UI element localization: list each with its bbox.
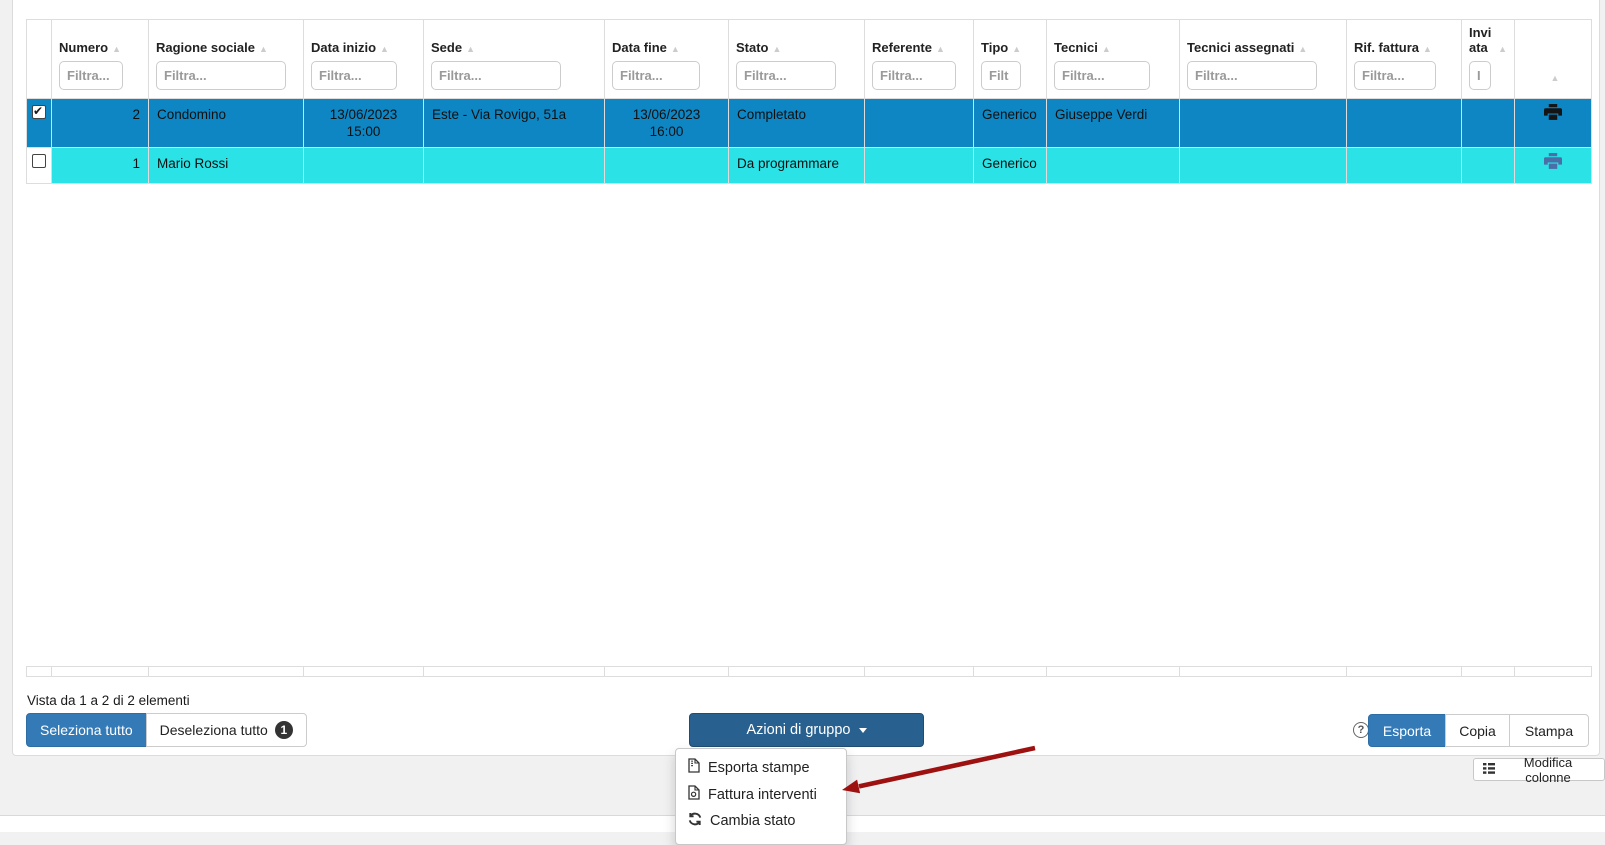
table-row[interactable]: 2 Condomino 13/06/2023 15:00 Este - Via … xyxy=(27,99,1592,148)
column-header-data-inizio[interactable]: Data inizio▲ xyxy=(304,20,424,99)
sort-icon: ▲ xyxy=(1551,72,1560,85)
cell-stato: Completato xyxy=(729,99,865,148)
cell-rif-fattura xyxy=(1347,148,1462,184)
select-all-button[interactable]: Seleziona tutto xyxy=(26,713,147,747)
filter-input-rif-fattura[interactable] xyxy=(1354,61,1436,90)
sort-icon[interactable]: ▲ xyxy=(936,43,945,56)
cell-tipo: Generico xyxy=(974,99,1047,148)
sort-icon[interactable]: ▲ xyxy=(112,43,121,56)
print-icon[interactable] xyxy=(1544,109,1562,124)
column-header-tipo[interactable]: Tipo▲ xyxy=(974,20,1047,99)
cell-sede xyxy=(424,148,605,184)
filter-input-data-fine[interactable] xyxy=(612,61,700,90)
filter-input-referente[interactable] xyxy=(872,61,956,90)
filter-input-tecnici-assegnati[interactable] xyxy=(1187,61,1317,90)
cell-tecnici-assegnati xyxy=(1180,99,1347,148)
column-header-stato[interactable]: Stato▲ xyxy=(729,20,865,99)
header-row: Numero▲ Ragione sociale▲ Data inizio▲ Se… xyxy=(27,20,1592,99)
help-icon[interactable]: ? xyxy=(1353,722,1369,738)
cell-data-inizio: 13/06/2023 15:00 xyxy=(304,99,424,148)
cell-tipo: Generico xyxy=(974,148,1047,184)
filter-input-numero[interactable] xyxy=(59,61,123,90)
column-header-sede[interactable]: Sede▲ xyxy=(424,20,605,99)
column-header-tecnici[interactable]: Tecnici▲ xyxy=(1047,20,1180,99)
cell-referente xyxy=(865,148,974,184)
cell-ragione-sociale: Mario Rossi xyxy=(149,148,304,184)
cell-inviata xyxy=(1462,99,1515,148)
cell-stato: Da programmare xyxy=(729,148,865,184)
menu-item-esporta-stampe[interactable]: Esporta stampe xyxy=(676,754,846,781)
table-row[interactable]: 1 Mario Rossi Da programmare Generico xyxy=(27,148,1592,184)
cell-data-inizio xyxy=(304,148,424,184)
group-actions-menu: Esporta stampe Fattura interventi Cambia… xyxy=(675,748,847,845)
cell-data-fine xyxy=(605,148,729,184)
row-checkbox[interactable] xyxy=(32,154,46,168)
table-footer-strip xyxy=(26,666,1592,677)
filter-input-data-inizio[interactable] xyxy=(311,61,397,90)
cell-inviata xyxy=(1462,148,1515,184)
column-header-referente[interactable]: Referente▲ xyxy=(865,20,974,99)
column-header-numero[interactable]: Numero▲ xyxy=(52,20,149,99)
cell-ragione-sociale: Condomino xyxy=(149,99,304,148)
sort-icon[interactable]: ▲ xyxy=(1498,43,1507,56)
column-header-tecnici-assegnati[interactable]: Tecnici assegnati▲ xyxy=(1180,20,1347,99)
cell-sede: Este - Via Rovigo, 51a xyxy=(424,99,605,148)
content-card: Numero▲ Ragione sociale▲ Data inizio▲ Se… xyxy=(12,0,1600,756)
file-invoice-icon xyxy=(688,785,700,804)
deselect-all-button[interactable]: Deseleziona tutto 1 xyxy=(146,713,307,747)
refresh-icon xyxy=(688,812,702,830)
print-icon[interactable] xyxy=(1544,158,1562,173)
edit-columns-button[interactable]: Modifica colonne xyxy=(1473,758,1605,781)
filter-input-sede[interactable] xyxy=(431,61,561,90)
cell-referente xyxy=(865,99,974,148)
cell-tecnici: Giuseppe Verdi xyxy=(1047,99,1180,148)
menu-item-cambia-stato[interactable]: Cambia stato xyxy=(676,808,846,834)
column-header-inviata[interactable]: Inviata▲ xyxy=(1462,20,1515,99)
cell-tecnici xyxy=(1047,148,1180,184)
interventions-table: Numero▲ Ragione sociale▲ Data inizio▲ Se… xyxy=(26,19,1592,184)
cell-rif-fattura xyxy=(1347,99,1462,148)
filter-input-ragione-sociale[interactable] xyxy=(156,61,286,90)
filter-input-inviata[interactable] xyxy=(1469,61,1491,90)
filter-input-tipo[interactable] xyxy=(981,61,1021,90)
column-header-rif-fattura[interactable]: Rif. fattura▲ xyxy=(1347,20,1462,99)
sort-icon[interactable]: ▲ xyxy=(1102,43,1111,56)
copy-button[interactable]: Copia xyxy=(1445,714,1510,747)
group-actions-button[interactable]: Azioni di gruppo xyxy=(689,713,924,747)
chevron-down-icon xyxy=(859,728,867,733)
sort-icon[interactable]: ▲ xyxy=(466,43,475,56)
filter-input-stato[interactable] xyxy=(736,61,836,90)
cell-numero: 2 xyxy=(52,99,149,148)
list-columns-icon xyxy=(1483,762,1495,777)
cell-numero: 1 xyxy=(52,148,149,184)
select-column-header xyxy=(27,20,52,99)
sort-icon[interactable]: ▲ xyxy=(1012,43,1021,56)
sort-icon[interactable]: ▲ xyxy=(1423,43,1432,56)
print-button[interactable]: Stampa xyxy=(1509,714,1589,747)
export-button[interactable]: Esporta xyxy=(1368,714,1446,747)
file-zip-icon xyxy=(688,758,700,777)
row-checkbox[interactable] xyxy=(32,105,46,119)
selection-count-badge: 1 xyxy=(275,721,293,739)
actions-column-header: ▲ xyxy=(1515,20,1592,99)
cell-tecnici-assegnati xyxy=(1180,148,1347,184)
pagination-info: Vista da 1 a 2 di 2 elementi xyxy=(27,693,190,708)
column-header-ragione-sociale[interactable]: Ragione sociale▲ xyxy=(149,20,304,99)
sort-icon[interactable]: ▲ xyxy=(259,43,268,56)
filter-input-tecnici[interactable] xyxy=(1054,61,1150,90)
cell-data-fine: 13/06/2023 16:00 xyxy=(605,99,729,148)
sort-icon[interactable]: ▲ xyxy=(671,43,680,56)
sort-icon[interactable]: ▲ xyxy=(773,43,782,56)
menu-item-fattura-interventi[interactable]: Fattura interventi xyxy=(676,781,846,808)
sort-icon[interactable]: ▲ xyxy=(1298,43,1307,56)
sort-icon[interactable]: ▲ xyxy=(380,43,389,56)
column-header-data-fine[interactable]: Data fine▲ xyxy=(605,20,729,99)
